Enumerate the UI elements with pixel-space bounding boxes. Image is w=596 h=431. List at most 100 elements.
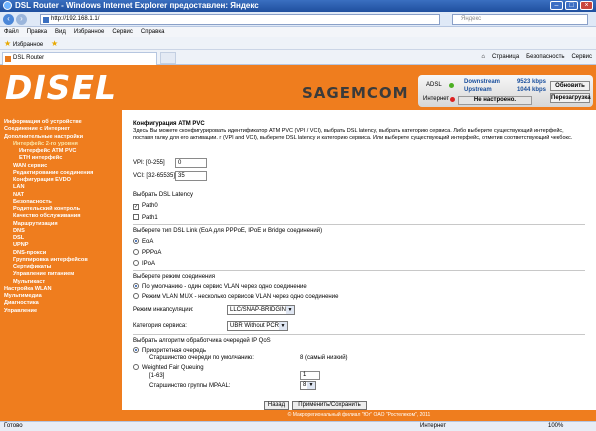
upstream-label: Upstream bbox=[464, 87, 492, 93]
zoom-level[interactable]: 100% bbox=[548, 422, 563, 431]
reboot-button[interactable]: Перезагрузка bbox=[550, 93, 591, 103]
address-url: http://192.168.1.1/ bbox=[51, 16, 100, 22]
downstream-value: 9523 kbps bbox=[516, 79, 546, 85]
mpaal-select[interactable]: 8 ▼ bbox=[300, 381, 316, 390]
sidebar-item-qos[interactable]: Качество обслуживания bbox=[0, 213, 122, 220]
sidebar-item-interface-grouping[interactable]: Группировка интерфейсов bbox=[0, 257, 122, 264]
qos-wfq-option[interactable]: Weighted Fair Queuing bbox=[133, 364, 204, 371]
mode-vlanmux-label: Режим VLAN MUX - несколько сервисов VLAN… bbox=[142, 294, 339, 300]
tool-page[interactable]: Страница bbox=[492, 52, 519, 63]
service-category-select[interactable]: UBR Without PCR ▼ bbox=[227, 321, 288, 331]
back-icon[interactable]: ‹ bbox=[3, 14, 14, 25]
wfq-input[interactable]: 1 bbox=[300, 371, 320, 380]
sidebar-item-dns-proxy[interactable]: DNS-прокси bbox=[0, 250, 122, 257]
favorites-label: Избранное bbox=[12, 42, 44, 48]
wfq-range-label: [1-63] bbox=[149, 373, 165, 379]
command-bar: ⌂ Страница Безопасность Сервис bbox=[481, 52, 592, 63]
vpi-input[interactable]: 0 bbox=[175, 158, 207, 168]
sidebar-item-diagnostics[interactable]: Диагностика bbox=[0, 300, 122, 307]
tab-dsl-router[interactable]: DSL Router bbox=[2, 52, 157, 65]
sidebar-item-multicast[interactable]: Мультикаст bbox=[0, 279, 122, 286]
menu-file[interactable]: Файл bbox=[4, 27, 19, 37]
menu-tools[interactable]: Сервис bbox=[112, 27, 133, 37]
sidebar-item-evdo[interactable]: Конфигурация EVDO bbox=[0, 177, 122, 184]
home-icon[interactable]: ⌂ bbox=[481, 52, 485, 63]
vci-input[interactable]: 35 bbox=[175, 171, 207, 181]
qos-priority-option[interactable]: Приоритетная очередь bbox=[133, 347, 206, 354]
menu-favorites[interactable]: Избранное bbox=[74, 27, 104, 37]
close-icon[interactable]: × bbox=[580, 1, 593, 10]
sidebar-item-nat[interactable]: NAT bbox=[0, 192, 122, 199]
pppoa-label: PPPoA bbox=[142, 250, 162, 256]
sidebar-item-eth-interface[interactable]: ETH интерфейс bbox=[0, 155, 122, 162]
sidebar-item-dns[interactable]: DNS bbox=[0, 228, 122, 235]
encapsulation-select[interactable]: LLC/SNAP-BRIDGING ▼ bbox=[227, 305, 295, 315]
apply-save-button[interactable]: Применить/Сохранить bbox=[292, 401, 367, 410]
divider bbox=[133, 270, 585, 271]
sidebar-item-certificates[interactable]: Сертификаты bbox=[0, 264, 122, 271]
tab-label: DSL Router bbox=[13, 55, 45, 61]
forward-icon[interactable]: › bbox=[16, 14, 27, 25]
menu-view[interactable]: Вид bbox=[55, 27, 66, 37]
sidebar-item-advanced-settings[interactable]: Дополнительные настройки bbox=[0, 134, 122, 141]
link-ipoa-option[interactable]: IPoA bbox=[133, 260, 155, 267]
pppoa-radio[interactable] bbox=[133, 249, 139, 255]
sidebar-item-security[interactable]: Безопасность bbox=[0, 199, 122, 206]
mode-vlanmux-option[interactable]: Режим VLAN MUX - несколько сервисов VLAN… bbox=[133, 293, 338, 300]
address-input[interactable]: http://192.168.1.1/ bbox=[40, 14, 440, 25]
menu-bar: Файл Правка Вид Избранное Сервис Справка bbox=[0, 27, 596, 37]
add-favorite-icon[interactable]: ★ bbox=[51, 39, 58, 48]
sidebar-item-power-management[interactable]: Управление питанием bbox=[0, 271, 122, 278]
vci-label: VCI: [32-65535] bbox=[133, 173, 176, 179]
latency-label: Выбрать DSL Latency bbox=[133, 192, 193, 198]
qos-label: Выбрать алгоритм обработчика очередей IP… bbox=[133, 338, 271, 344]
qos-priority-radio[interactable] bbox=[133, 347, 139, 353]
path0-checkbox[interactable]: ✓ bbox=[133, 204, 139, 210]
sidebar-item-lan[interactable]: LAN bbox=[0, 184, 122, 191]
back-button[interactable]: Назад bbox=[264, 401, 289, 410]
sidebar-item-management[interactable]: Управление bbox=[0, 308, 122, 315]
sidebar-item-wlan[interactable]: Настройка WLAN bbox=[0, 286, 122, 293]
internet-status-icon bbox=[450, 97, 455, 102]
search-input[interactable]: Яндекс bbox=[452, 14, 588, 25]
mode-default-option[interactable]: По умолчанию - один сервис VLAN через од… bbox=[133, 283, 307, 290]
mode-default-radio[interactable] bbox=[133, 283, 139, 289]
menu-help[interactable]: Справка bbox=[141, 27, 165, 37]
sidebar-item-wan-service[interactable]: WAN сервис bbox=[0, 163, 122, 170]
mode-default-label: По умолчанию - один сервис VLAN через од… bbox=[142, 284, 307, 290]
adsl-status-icon bbox=[449, 83, 454, 88]
sidebar-item-multimedia[interactable]: Мультимедиа bbox=[0, 293, 122, 300]
link-type-label: Выберете тип DSL Link (EoA для PPPoE, IP… bbox=[133, 228, 323, 234]
address-toolbar: ‹ › http://192.168.1.1/ Яндекс bbox=[0, 12, 596, 27]
minimize-icon[interactable]: – bbox=[550, 1, 563, 10]
sidebar-item-device-info[interactable]: Информация об устройстве bbox=[0, 119, 122, 126]
refresh-button[interactable]: Обновить bbox=[550, 81, 590, 91]
tool-service[interactable]: Сервис bbox=[571, 52, 592, 63]
encapsulation-label: Режим инкапсуляции: bbox=[133, 307, 194, 313]
sidebar-item-routing[interactable]: Маршрутизация bbox=[0, 221, 122, 228]
link-eoa-option[interactable]: EoA bbox=[133, 238, 153, 245]
path1-option[interactable]: Path1 bbox=[133, 214, 158, 221]
qos-wfq-radio[interactable] bbox=[133, 364, 139, 370]
sidebar-item-edit-connection[interactable]: Редактирование соединения bbox=[0, 170, 122, 177]
tool-security[interactable]: Безопасность bbox=[526, 52, 564, 63]
mode-vlanmux-radio[interactable] bbox=[133, 293, 139, 299]
sidebar-item-upnp[interactable]: UPNP bbox=[0, 242, 122, 249]
qos-priority-default-value: 8 (самый низкий) bbox=[300, 355, 348, 361]
atm-pvc-form: Конфигурация ATM PVC Здесь Вы можете ско… bbox=[122, 110, 596, 410]
sidebar-item-dsl[interactable]: DSL bbox=[0, 235, 122, 242]
chevron-down-icon: ▼ bbox=[286, 306, 294, 314]
maximize-icon[interactable]: □ bbox=[565, 1, 578, 10]
path0-option[interactable]: ✓ Path0 bbox=[133, 203, 158, 210]
menu-edit[interactable]: Правка bbox=[27, 27, 47, 37]
eoa-radio[interactable] bbox=[133, 238, 139, 244]
sidebar-item-layer2-interface[interactable]: Интерфейс 2-го уровня bbox=[0, 141, 122, 148]
window-title: DSL Router - Windows Internet Explorer п… bbox=[15, 1, 259, 10]
ipoa-radio[interactable] bbox=[133, 260, 139, 266]
link-pppoa-option[interactable]: PPPoA bbox=[133, 249, 161, 256]
sidebar-item-internet-connection[interactable]: Соединение с Интернет bbox=[0, 126, 122, 133]
favorites-button[interactable]: ★ Избранное ★ bbox=[4, 39, 58, 50]
connection-mode-label: Выберете режим соединения bbox=[133, 274, 215, 280]
path1-checkbox[interactable] bbox=[133, 214, 139, 220]
new-tab-button[interactable] bbox=[160, 52, 176, 64]
